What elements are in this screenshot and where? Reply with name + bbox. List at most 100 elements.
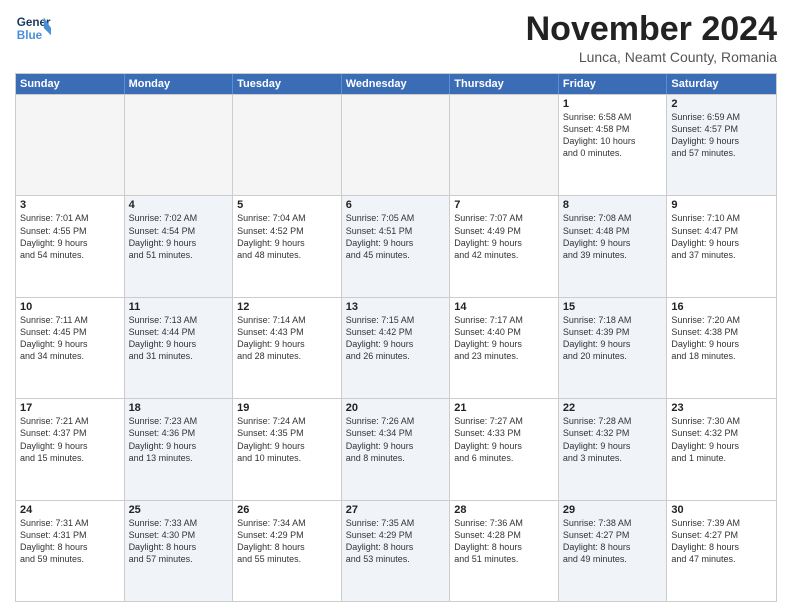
cal-row-1: 3Sunrise: 7:01 AM Sunset: 4:55 PM Daylig…	[16, 195, 776, 296]
col-header-wednesday: Wednesday	[342, 74, 451, 94]
day-number: 28	[454, 504, 554, 516]
location: Lunca, Neamt County, Romania	[526, 49, 777, 65]
cal-cell: 12Sunrise: 7:14 AM Sunset: 4:43 PM Dayli…	[233, 298, 342, 398]
cal-cell: 11Sunrise: 7:13 AM Sunset: 4:44 PM Dayli…	[125, 298, 234, 398]
cal-cell	[16, 95, 125, 195]
cal-cell: 29Sunrise: 7:38 AM Sunset: 4:27 PM Dayli…	[559, 501, 668, 601]
cal-cell: 4Sunrise: 7:02 AM Sunset: 4:54 PM Daylig…	[125, 196, 234, 296]
day-info: Sunrise: 7:14 AM Sunset: 4:43 PM Dayligh…	[237, 314, 337, 363]
cal-row-3: 17Sunrise: 7:21 AM Sunset: 4:37 PM Dayli…	[16, 398, 776, 499]
cal-cell: 16Sunrise: 7:20 AM Sunset: 4:38 PM Dayli…	[667, 298, 776, 398]
day-number: 30	[671, 504, 772, 516]
day-info: Sunrise: 7:02 AM Sunset: 4:54 PM Dayligh…	[129, 212, 229, 261]
cal-cell: 15Sunrise: 7:18 AM Sunset: 4:39 PM Dayli…	[559, 298, 668, 398]
day-number: 27	[346, 504, 446, 516]
cal-cell: 25Sunrise: 7:33 AM Sunset: 4:30 PM Dayli…	[125, 501, 234, 601]
day-number: 8	[563, 199, 663, 211]
day-number: 23	[671, 402, 772, 414]
cal-cell: 17Sunrise: 7:21 AM Sunset: 4:37 PM Dayli…	[16, 399, 125, 499]
col-header-sunday: Sunday	[16, 74, 125, 94]
cal-row-4: 24Sunrise: 7:31 AM Sunset: 4:31 PM Dayli…	[16, 500, 776, 601]
cal-cell: 7Sunrise: 7:07 AM Sunset: 4:49 PM Daylig…	[450, 196, 559, 296]
day-info: Sunrise: 7:28 AM Sunset: 4:32 PM Dayligh…	[563, 415, 663, 464]
day-info: Sunrise: 7:24 AM Sunset: 4:35 PM Dayligh…	[237, 415, 337, 464]
day-info: Sunrise: 7:20 AM Sunset: 4:38 PM Dayligh…	[671, 314, 772, 363]
day-number: 25	[129, 504, 229, 516]
cal-cell	[450, 95, 559, 195]
day-number: 22	[563, 402, 663, 414]
day-number: 7	[454, 199, 554, 211]
day-number: 2	[671, 98, 772, 110]
day-number: 18	[129, 402, 229, 414]
cal-row-0: 1Sunrise: 6:58 AM Sunset: 4:58 PM Daylig…	[16, 94, 776, 195]
cal-cell: 18Sunrise: 7:23 AM Sunset: 4:36 PM Dayli…	[125, 399, 234, 499]
day-number: 9	[671, 199, 772, 211]
day-info: Sunrise: 7:26 AM Sunset: 4:34 PM Dayligh…	[346, 415, 446, 464]
day-number: 1	[563, 98, 663, 110]
cal-cell: 22Sunrise: 7:28 AM Sunset: 4:32 PM Dayli…	[559, 399, 668, 499]
page: General Blue November 2024 Lunca, Neamt …	[0, 0, 792, 612]
day-number: 5	[237, 199, 337, 211]
day-number: 4	[129, 199, 229, 211]
cal-cell: 24Sunrise: 7:31 AM Sunset: 4:31 PM Dayli…	[16, 501, 125, 601]
day-number: 24	[20, 504, 120, 516]
day-info: Sunrise: 7:33 AM Sunset: 4:30 PM Dayligh…	[129, 517, 229, 566]
day-number: 19	[237, 402, 337, 414]
day-number: 29	[563, 504, 663, 516]
day-info: Sunrise: 7:30 AM Sunset: 4:32 PM Dayligh…	[671, 415, 772, 464]
day-info: Sunrise: 7:34 AM Sunset: 4:29 PM Dayligh…	[237, 517, 337, 566]
calendar-body: 1Sunrise: 6:58 AM Sunset: 4:58 PM Daylig…	[16, 94, 776, 601]
cal-cell: 28Sunrise: 7:36 AM Sunset: 4:28 PM Dayli…	[450, 501, 559, 601]
day-info: Sunrise: 7:21 AM Sunset: 4:37 PM Dayligh…	[20, 415, 120, 464]
cal-cell: 5Sunrise: 7:04 AM Sunset: 4:52 PM Daylig…	[233, 196, 342, 296]
day-info: Sunrise: 7:23 AM Sunset: 4:36 PM Dayligh…	[129, 415, 229, 464]
day-info: Sunrise: 7:17 AM Sunset: 4:40 PM Dayligh…	[454, 314, 554, 363]
day-info: Sunrise: 7:39 AM Sunset: 4:27 PM Dayligh…	[671, 517, 772, 566]
cal-cell: 13Sunrise: 7:15 AM Sunset: 4:42 PM Dayli…	[342, 298, 451, 398]
day-info: Sunrise: 7:01 AM Sunset: 4:55 PM Dayligh…	[20, 212, 120, 261]
day-info: Sunrise: 7:27 AM Sunset: 4:33 PM Dayligh…	[454, 415, 554, 464]
day-number: 10	[20, 301, 120, 313]
calendar: SundayMondayTuesdayWednesdayThursdayFrid…	[15, 73, 777, 602]
cal-cell	[125, 95, 234, 195]
cal-cell: 2Sunrise: 6:59 AM Sunset: 4:57 PM Daylig…	[667, 95, 776, 195]
cal-cell	[342, 95, 451, 195]
day-number: 17	[20, 402, 120, 414]
day-number: 6	[346, 199, 446, 211]
col-header-tuesday: Tuesday	[233, 74, 342, 94]
day-info: Sunrise: 7:15 AM Sunset: 4:42 PM Dayligh…	[346, 314, 446, 363]
col-header-saturday: Saturday	[667, 74, 776, 94]
day-info: Sunrise: 7:11 AM Sunset: 4:45 PM Dayligh…	[20, 314, 120, 363]
day-number: 3	[20, 199, 120, 211]
cal-cell: 21Sunrise: 7:27 AM Sunset: 4:33 PM Dayli…	[450, 399, 559, 499]
logo-icon: General Blue	[15, 10, 51, 46]
day-number: 20	[346, 402, 446, 414]
day-number: 12	[237, 301, 337, 313]
day-info: Sunrise: 7:10 AM Sunset: 4:47 PM Dayligh…	[671, 212, 772, 261]
cal-cell: 3Sunrise: 7:01 AM Sunset: 4:55 PM Daylig…	[16, 196, 125, 296]
cal-row-2: 10Sunrise: 7:11 AM Sunset: 4:45 PM Dayli…	[16, 297, 776, 398]
col-header-friday: Friday	[559, 74, 668, 94]
day-number: 26	[237, 504, 337, 516]
day-info: Sunrise: 7:31 AM Sunset: 4:31 PM Dayligh…	[20, 517, 120, 566]
cal-cell: 9Sunrise: 7:10 AM Sunset: 4:47 PM Daylig…	[667, 196, 776, 296]
cal-cell: 20Sunrise: 7:26 AM Sunset: 4:34 PM Dayli…	[342, 399, 451, 499]
day-info: Sunrise: 7:36 AM Sunset: 4:28 PM Dayligh…	[454, 517, 554, 566]
calendar-header: SundayMondayTuesdayWednesdayThursdayFrid…	[16, 74, 776, 94]
day-info: Sunrise: 7:05 AM Sunset: 4:51 PM Dayligh…	[346, 212, 446, 261]
cal-cell: 6Sunrise: 7:05 AM Sunset: 4:51 PM Daylig…	[342, 196, 451, 296]
title-area: November 2024 Lunca, Neamt County, Roman…	[526, 10, 777, 65]
day-number: 13	[346, 301, 446, 313]
day-info: Sunrise: 7:13 AM Sunset: 4:44 PM Dayligh…	[129, 314, 229, 363]
logo: General Blue	[15, 10, 51, 46]
cal-cell: 8Sunrise: 7:08 AM Sunset: 4:48 PM Daylig…	[559, 196, 668, 296]
day-info: Sunrise: 6:58 AM Sunset: 4:58 PM Dayligh…	[563, 111, 663, 160]
header: General Blue November 2024 Lunca, Neamt …	[15, 10, 777, 65]
svg-text:Blue: Blue	[17, 29, 43, 42]
day-info: Sunrise: 7:07 AM Sunset: 4:49 PM Dayligh…	[454, 212, 554, 261]
cal-cell: 10Sunrise: 7:11 AM Sunset: 4:45 PM Dayli…	[16, 298, 125, 398]
day-info: Sunrise: 6:59 AM Sunset: 4:57 PM Dayligh…	[671, 111, 772, 160]
cal-cell: 27Sunrise: 7:35 AM Sunset: 4:29 PM Dayli…	[342, 501, 451, 601]
col-header-monday: Monday	[125, 74, 234, 94]
day-number: 11	[129, 301, 229, 313]
